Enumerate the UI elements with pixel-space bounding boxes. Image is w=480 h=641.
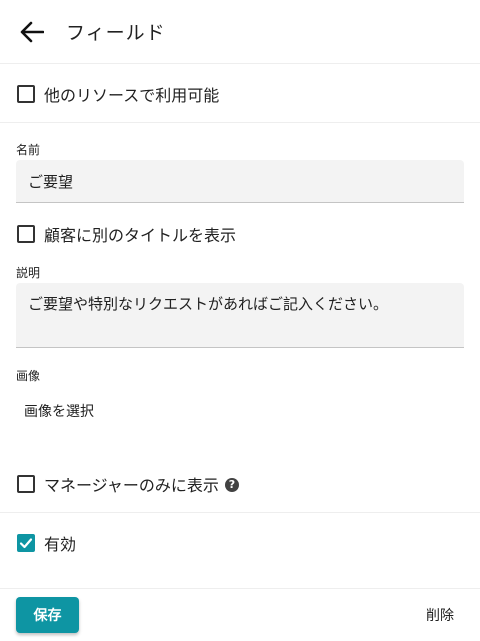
arrow-left-icon [20,21,44,43]
delete-button[interactable]: 削除 [412,597,468,633]
managers-only-checkbox[interactable]: マネージャーのみに表示 ? [17,472,239,496]
description-textarea[interactable]: ご要望や特別なリクエストがあればご記入ください。 [16,283,464,348]
checkbox-box[interactable] [17,534,35,552]
show-different-title-checkbox[interactable]: 顧客に別のタイトルを表示 [17,222,236,246]
divider [0,512,480,513]
name-input[interactable] [16,160,464,203]
checkbox-box[interactable] [17,475,35,493]
divider [0,122,480,123]
footer-divider [0,588,480,589]
field-editor-page: フィールド 他のリソースで利用可能 名前 顧客に別のタイトルを表示 説明 ご要望… [0,0,480,641]
help-icon[interactable]: ? [224,477,239,492]
select-image-button[interactable]: 画像を選択 [24,401,94,421]
enabled-checkbox[interactable]: 有効 [17,531,76,555]
check-icon [19,538,33,549]
checkbox-box[interactable] [17,225,35,243]
checkbox-label: 有効 [44,535,77,554]
name-label: 名前 [16,143,41,157]
header: フィールド [0,0,480,64]
checkbox-label: 顧客に別のタイトルを表示 [44,226,237,245]
available-other-resources-checkbox[interactable]: 他のリソースで利用可能 [17,82,219,106]
description-label: 説明 [16,266,41,280]
page-title: フィールド [66,22,166,44]
checkbox-box[interactable] [17,85,35,103]
checkbox-label: マネージャーのみに表示 [44,476,219,495]
save-button[interactable]: 保存 [16,597,79,633]
checkbox-label: 他のリソースで利用可能 [44,86,220,105]
image-label: 画像 [16,369,41,383]
back-button[interactable] [14,16,50,48]
